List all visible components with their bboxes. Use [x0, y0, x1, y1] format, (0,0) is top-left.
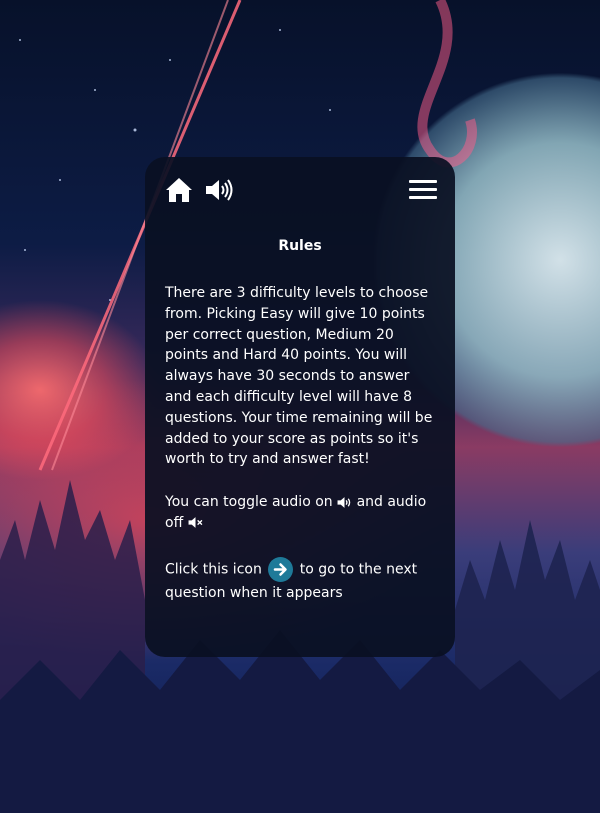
arrow-right-icon — [268, 557, 294, 582]
menu-bar — [409, 196, 437, 199]
audio-info-paragraph: You can toggle audio on and audio off — [165, 492, 437, 534]
rules-paragraph: There are 3 difficulty levels to choose … — [165, 285, 433, 468]
home-icon[interactable] — [165, 177, 193, 203]
speaker-on-icon[interactable] — [205, 178, 233, 202]
next-info-text-1: Click this icon — [165, 561, 262, 578]
rules-title: Rules — [278, 238, 322, 254]
speaker-mute-icon — [188, 517, 203, 529]
audio-info-text-1: You can toggle audio on — [165, 494, 333, 510]
rules-card: Rules There are 3 difficulty levels to c… — [145, 157, 455, 657]
menu-bar — [409, 180, 437, 183]
menu-bar — [409, 188, 437, 191]
speaker-on-icon — [337, 496, 351, 508]
hamburger-menu-icon[interactable] — [409, 180, 437, 200]
next-info-paragraph: Click this icon to go to the next questi… — [165, 557, 437, 605]
